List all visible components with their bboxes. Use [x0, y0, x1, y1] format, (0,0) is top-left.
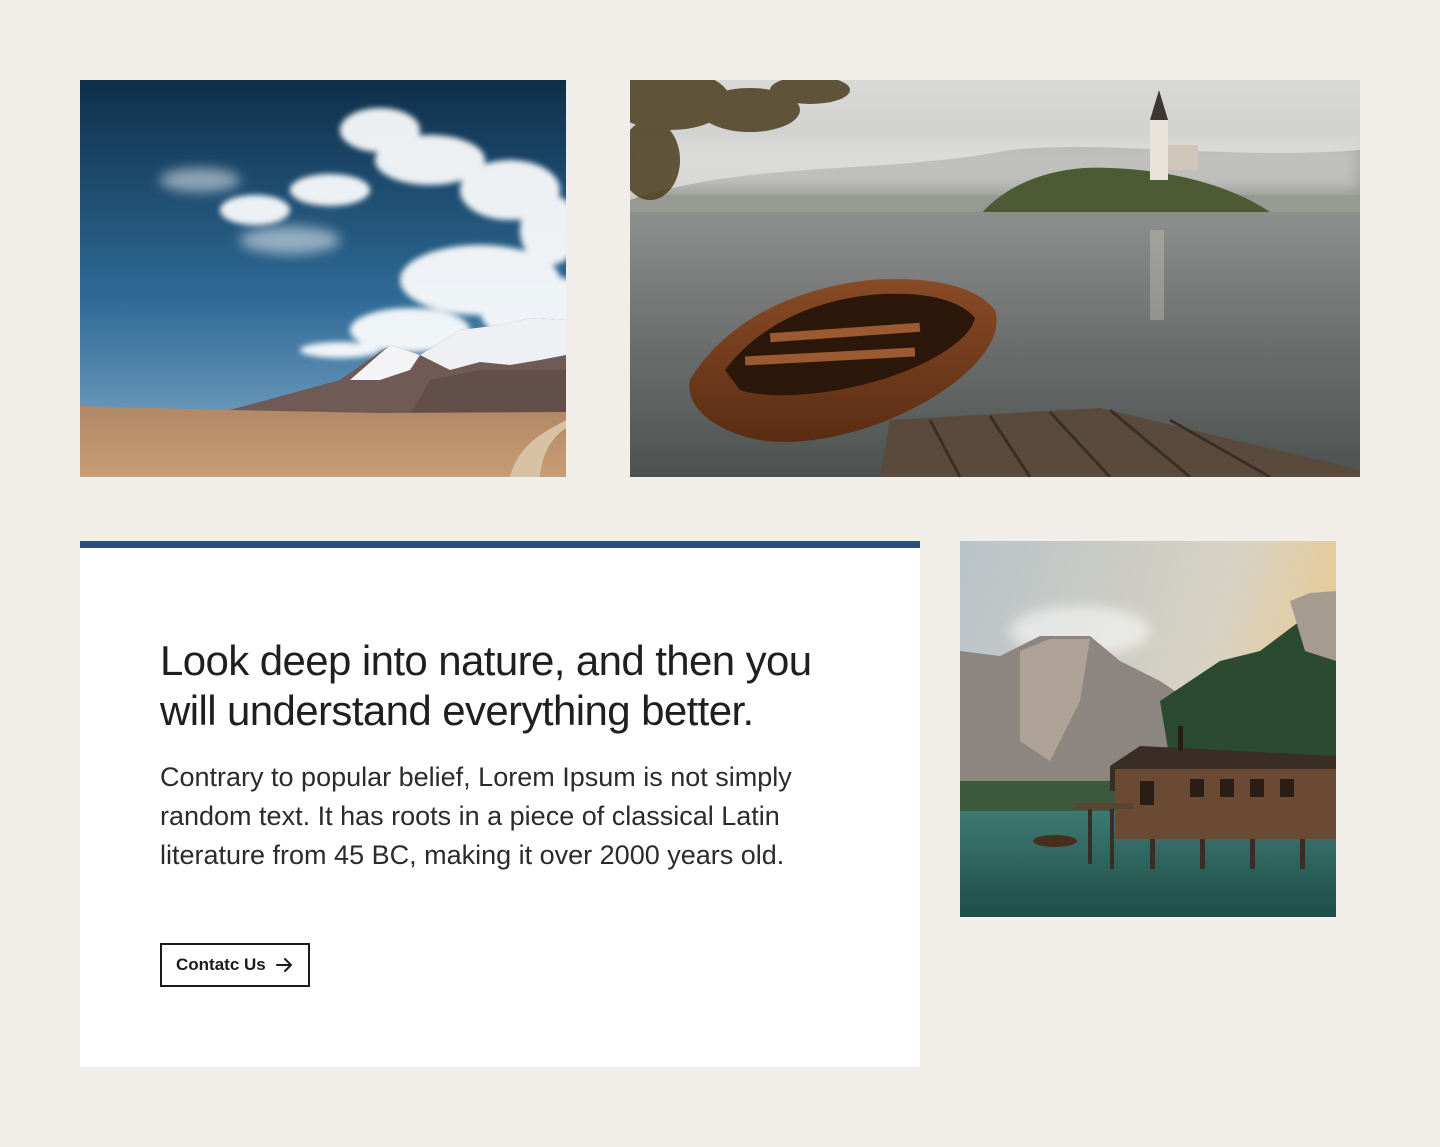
desert-mountain-photo — [80, 80, 566, 477]
contact-us-label: Contatc Us — [176, 955, 266, 974]
lake-cabin-photo — [960, 541, 1336, 917]
card-body: Contrary to popular belief, Lorem Ipsum … — [160, 762, 792, 870]
contact-us-button[interactable]: Contatc Us — [160, 943, 310, 987]
feature-card: Look deep into nature, and then you will… — [80, 541, 920, 1067]
card-content: Look deep into nature, and then you will… — [160, 636, 850, 875]
card-title: Look deep into nature, and then you will… — [160, 637, 812, 734]
arrow-right-icon — [274, 955, 294, 975]
lake-boat-photo — [630, 80, 1360, 477]
